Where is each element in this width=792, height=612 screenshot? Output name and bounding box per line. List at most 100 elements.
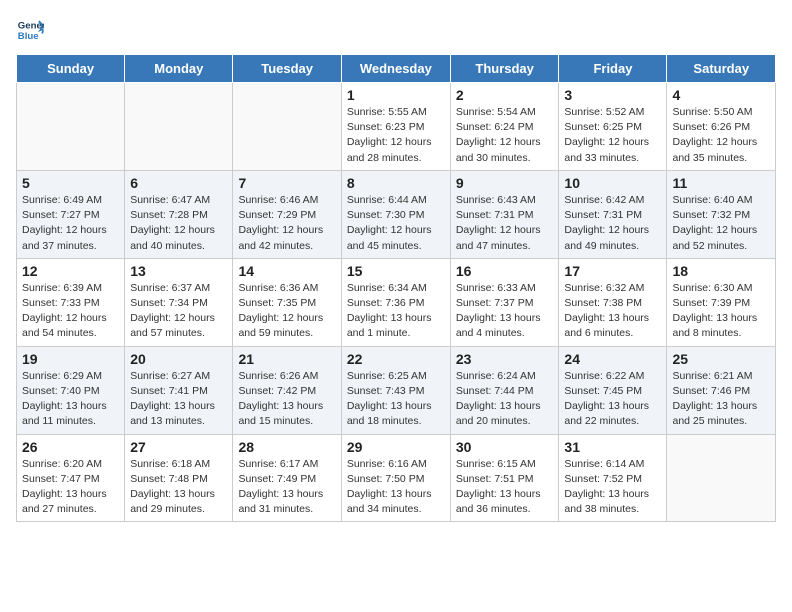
logo-icon: General Blue (16, 16, 44, 44)
calendar-cell: 15 Sunrise: 6:34 AM Sunset: 7:36 PM Dayli… (341, 258, 450, 346)
day-info: Sunrise: 6:34 AM Sunset: 7:36 PM Dayligh… (347, 281, 445, 342)
day-info: Sunrise: 6:29 AM Sunset: 7:40 PM Dayligh… (22, 369, 119, 430)
day-number: 27 (130, 439, 227, 455)
calendar-cell: 29 Sunrise: 6:16 AM Sunset: 7:50 PM Dayli… (341, 434, 450, 522)
calendar-cell: 1 Sunrise: 5:55 AM Sunset: 6:23 PM Daylig… (341, 83, 450, 171)
weekday-header-saturday: Saturday (667, 55, 776, 83)
day-info: Sunrise: 6:32 AM Sunset: 7:38 PM Dayligh… (564, 281, 661, 342)
day-number: 14 (238, 263, 335, 279)
day-info: Sunrise: 6:26 AM Sunset: 7:42 PM Dayligh… (238, 369, 335, 430)
day-info: Sunrise: 5:52 AM Sunset: 6:25 PM Dayligh… (564, 105, 661, 166)
day-info: Sunrise: 5:54 AM Sunset: 6:24 PM Dayligh… (456, 105, 554, 166)
day-number: 28 (238, 439, 335, 455)
day-number: 26 (22, 439, 119, 455)
day-info: Sunrise: 6:20 AM Sunset: 7:47 PM Dayligh… (22, 457, 119, 518)
calendar-cell: 23 Sunrise: 6:24 AM Sunset: 7:44 PM Dayli… (450, 346, 559, 434)
day-info: Sunrise: 6:42 AM Sunset: 7:31 PM Dayligh… (564, 193, 661, 254)
day-number: 11 (672, 175, 770, 191)
day-info: Sunrise: 6:33 AM Sunset: 7:37 PM Dayligh… (456, 281, 554, 342)
calendar-cell: 22 Sunrise: 6:25 AM Sunset: 7:43 PM Dayli… (341, 346, 450, 434)
day-info: Sunrise: 6:43 AM Sunset: 7:31 PM Dayligh… (456, 193, 554, 254)
day-number: 1 (347, 87, 445, 103)
day-info: Sunrise: 6:16 AM Sunset: 7:50 PM Dayligh… (347, 457, 445, 518)
day-number: 5 (22, 175, 119, 191)
day-number: 30 (456, 439, 554, 455)
day-info: Sunrise: 6:14 AM Sunset: 7:52 PM Dayligh… (564, 457, 661, 518)
calendar-cell: 5 Sunrise: 6:49 AM Sunset: 7:27 PM Daylig… (17, 170, 125, 258)
calendar-cell: 20 Sunrise: 6:27 AM Sunset: 7:41 PM Dayli… (125, 346, 233, 434)
calendar-cell: 18Sunrise: 6:30 AM Sunset: 7:39 PM Dayli… (667, 258, 776, 346)
calendar-cell: 4 Sunrise: 5:50 AM Sunset: 6:26 PM Daylig… (667, 83, 776, 171)
day-number: 13 (130, 263, 227, 279)
calendar-cell: 11Sunrise: 6:40 AM Sunset: 7:32 PM Dayli… (667, 170, 776, 258)
day-info: Sunrise: 6:22 AM Sunset: 7:45 PM Dayligh… (564, 369, 661, 430)
day-number: 18 (672, 263, 770, 279)
day-info: Sunrise: 6:25 AM Sunset: 7:43 PM Dayligh… (347, 369, 445, 430)
day-number: 23 (456, 351, 554, 367)
calendar-cell: 14Sunrise: 6:36 AM Sunset: 7:35 PM Dayli… (233, 258, 341, 346)
calendar-cell (233, 83, 341, 171)
day-number: 6 (130, 175, 227, 191)
day-info: Sunrise: 6:49 AM Sunset: 7:27 PM Dayligh… (22, 193, 119, 254)
calendar-cell: 12Sunrise: 6:39 AM Sunset: 7:33 PM Dayli… (17, 258, 125, 346)
calendar-cell: 16 Sunrise: 6:33 AM Sunset: 7:37 PM Dayli… (450, 258, 559, 346)
calendar-cell: 13 Sunrise: 6:37 AM Sunset: 7:34 PM Dayli… (125, 258, 233, 346)
day-info: Sunrise: 6:47 AM Sunset: 7:28 PM Dayligh… (130, 193, 227, 254)
day-number: 22 (347, 351, 445, 367)
day-info: Sunrise: 6:44 AM Sunset: 7:30 PM Dayligh… (347, 193, 445, 254)
calendar-cell (125, 83, 233, 171)
day-info: Sunrise: 6:15 AM Sunset: 7:51 PM Dayligh… (456, 457, 554, 518)
day-number: 4 (672, 87, 770, 103)
weekday-header-sunday: Sunday (17, 55, 125, 83)
day-number: 10 (564, 175, 661, 191)
day-info: Sunrise: 6:37 AM Sunset: 7:34 PM Dayligh… (130, 281, 227, 342)
calendar-cell: 26 Sunrise: 6:20 AM Sunset: 7:47 PM Dayli… (17, 434, 125, 522)
calendar-cell: 21 Sunrise: 6:26 AM Sunset: 7:42 PM Dayli… (233, 346, 341, 434)
calendar-table: SundayMondayTuesdayWednesdayThursdayFrid… (16, 54, 776, 522)
calendar-cell: 6 Sunrise: 6:47 AM Sunset: 7:28 PM Daylig… (125, 170, 233, 258)
calendar-cell: 27Sunrise: 6:18 AM Sunset: 7:48 PM Dayli… (125, 434, 233, 522)
calendar-cell: 19 Sunrise: 6:29 AM Sunset: 7:40 PM Dayli… (17, 346, 125, 434)
day-info: Sunrise: 6:27 AM Sunset: 7:41 PM Dayligh… (130, 369, 227, 430)
calendar-cell: 10 Sunrise: 6:42 AM Sunset: 7:31 PM Dayli… (559, 170, 667, 258)
day-number: 20 (130, 351, 227, 367)
day-number: 2 (456, 87, 554, 103)
svg-text:Blue: Blue (18, 31, 39, 42)
calendar-cell: 25 Sunrise: 6:21 AM Sunset: 7:46 PM Dayli… (667, 346, 776, 434)
calendar-cell: 9 Sunrise: 6:43 AM Sunset: 7:31 PM Daylig… (450, 170, 559, 258)
day-number: 31 (564, 439, 661, 455)
day-number: 16 (456, 263, 554, 279)
weekday-header-friday: Friday (559, 55, 667, 83)
calendar-cell: 24Sunrise: 6:22 AM Sunset: 7:45 PM Dayli… (559, 346, 667, 434)
calendar-cell: 3 Sunrise: 5:52 AM Sunset: 6:25 PM Daylig… (559, 83, 667, 171)
calendar-cell: 7 Sunrise: 6:46 AM Sunset: 7:29 PM Daylig… (233, 170, 341, 258)
day-info: Sunrise: 6:24 AM Sunset: 7:44 PM Dayligh… (456, 369, 554, 430)
calendar-cell: 30 Sunrise: 6:15 AM Sunset: 7:51 PM Dayli… (450, 434, 559, 522)
day-number: 15 (347, 263, 445, 279)
calendar-cell (667, 434, 776, 522)
page-header: General Blue (16, 16, 776, 44)
day-number: 12 (22, 263, 119, 279)
day-number: 3 (564, 87, 661, 103)
day-number: 29 (347, 439, 445, 455)
day-number: 7 (238, 175, 335, 191)
weekday-header-wednesday: Wednesday (341, 55, 450, 83)
day-number: 9 (456, 175, 554, 191)
day-info: Sunrise: 6:46 AM Sunset: 7:29 PM Dayligh… (238, 193, 335, 254)
day-number: 8 (347, 175, 445, 191)
logo: General Blue (16, 16, 48, 44)
calendar-cell: 2 Sunrise: 5:54 AM Sunset: 6:24 PM Daylig… (450, 83, 559, 171)
day-info: Sunrise: 5:55 AM Sunset: 6:23 PM Dayligh… (347, 105, 445, 166)
day-info: Sunrise: 6:17 AM Sunset: 7:49 PM Dayligh… (238, 457, 335, 518)
day-number: 25 (672, 351, 770, 367)
day-info: Sunrise: 6:21 AM Sunset: 7:46 PM Dayligh… (672, 369, 770, 430)
weekday-header-thursday: Thursday (450, 55, 559, 83)
calendar-cell: 17Sunrise: 6:32 AM Sunset: 7:38 PM Dayli… (559, 258, 667, 346)
weekday-header-tuesday: Tuesday (233, 55, 341, 83)
day-number: 21 (238, 351, 335, 367)
day-info: Sunrise: 5:50 AM Sunset: 6:26 PM Dayligh… (672, 105, 770, 166)
calendar-cell (17, 83, 125, 171)
day-number: 19 (22, 351, 119, 367)
calendar-cell: 31 Sunrise: 6:14 AM Sunset: 7:52 PM Dayli… (559, 434, 667, 522)
weekday-header-monday: Monday (125, 55, 233, 83)
